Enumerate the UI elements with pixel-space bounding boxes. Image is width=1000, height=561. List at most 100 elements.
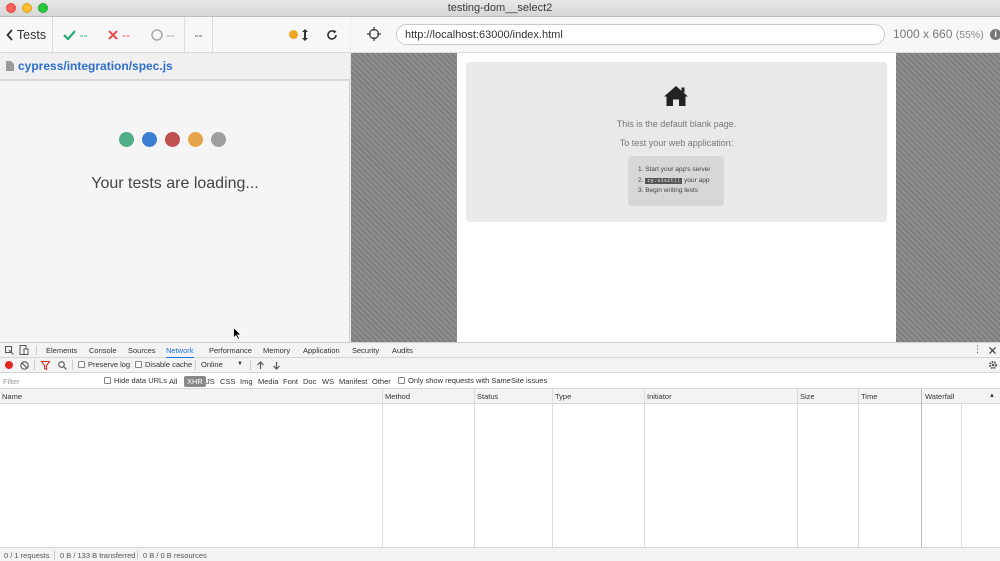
resources-size: 0 B / 0 B resources <box>143 551 207 560</box>
column-waterfall[interactable]: Waterfall <box>925 392 954 401</box>
pending-count: -- <box>166 27 175 42</box>
duration-value: -- <box>194 27 203 42</box>
loader-dot <box>142 132 157 147</box>
type-filter-ws[interactable]: WS <box>322 377 334 386</box>
network-toolbar: Preserve log Disable cache Online ▼ <box>0 358 1000 373</box>
tab-audits[interactable]: Audits <box>392 346 413 355</box>
type-filter-all[interactable]: All <box>169 377 177 386</box>
filter-input[interactable]: Filter <box>3 377 20 386</box>
selector-playground-icon[interactable] <box>367 27 381 41</box>
pending-stat: -- <box>141 16 185 53</box>
throttling-select[interactable]: Online ▼ <box>201 360 243 369</box>
chevron-left-icon <box>6 28 13 41</box>
network-settings-gear-icon[interactable] <box>988 360 998 370</box>
info-icon[interactable]: i <box>990 29 1000 41</box>
viewport-scale: (55%) <box>955 29 984 41</box>
device-toolbar-icon[interactable] <box>19 345 29 355</box>
tab-memory[interactable]: Memory <box>263 346 290 355</box>
x-icon <box>108 29 118 40</box>
type-filter-font[interactable]: Font <box>283 377 298 386</box>
type-filter-manifest[interactable]: Manifest <box>339 377 367 386</box>
type-filter-doc[interactable]: Doc <box>303 377 316 386</box>
disable-cache-checkbox[interactable]: Disable cache <box>135 360 192 369</box>
type-filter-js[interactable]: JS <box>206 377 215 386</box>
preserve-log-checkbox[interactable]: Preserve log <box>78 360 130 369</box>
blank-page-message: This is the default blank page. <box>616 119 737 129</box>
failed-stat: -- <box>97 17 141 53</box>
window-title: testing-dom__select2 <box>447 2 553 14</box>
check-icon <box>62 29 76 40</box>
tab-security[interactable]: Security <box>352 346 379 355</box>
network-request-list[interactable] <box>0 404 1000 547</box>
duration-stat: -- <box>185 16 213 53</box>
tab-console[interactable]: Console <box>89 346 117 355</box>
devtools-tab-bar: Elements Console Sources Network Perform… <box>0 342 1000 359</box>
type-filter-xhr[interactable]: XHR <box>184 376 206 387</box>
export-har-icon[interactable] <box>273 361 280 370</box>
column-method[interactable]: Method <box>385 392 410 401</box>
clear-icon[interactable] <box>20 361 29 370</box>
search-icon[interactable] <box>58 361 67 370</box>
mouse-cursor-icon <box>233 327 242 340</box>
tab-elements[interactable]: Elements <box>46 346 77 355</box>
request-count: 0 / 1 requests <box>4 551 50 560</box>
window-titlebar: testing-dom__select2 <box>0 0 1000 17</box>
filter-icon[interactable] <box>41 361 50 370</box>
running-indicator-icon <box>289 30 298 39</box>
close-devtools-icon[interactable] <box>989 347 996 354</box>
code-snippet: cy.visit() <box>645 177 683 184</box>
aut-iframe: This is the default blank page. To test … <box>457 53 896 342</box>
loader-dot <box>188 132 203 147</box>
reporter-header: Tests -- -- -- -- <box>0 16 350 53</box>
reporter-controls <box>213 17 350 53</box>
up-down-arrow-icon <box>302 28 308 41</box>
loading-message: Your tests are loading... <box>91 175 259 192</box>
network-filter-bar: Filter Hide data URLs All XHR JS CSS Img… <box>0 373 1000 389</box>
more-options-icon[interactable]: ⋮ <box>973 344 982 355</box>
column-size[interactable]: Size <box>800 392 815 401</box>
spec-path-link[interactable]: cypress/integration/spec.js <box>18 59 173 73</box>
network-summary-bar: 0 / 1 requests 0 B / 133 B transferred 0… <box>0 547 1000 561</box>
type-filter-other[interactable]: Other <box>372 377 391 386</box>
tab-application[interactable]: Application <box>303 346 340 355</box>
loading-dots <box>119 132 226 147</box>
reporter-body: Your tests are loading... <box>0 81 350 342</box>
loader-dot <box>165 132 180 147</box>
tab-performance[interactable]: Performance <box>209 346 252 355</box>
viewport-info[interactable]: 1000 x 660 (55%) i <box>893 27 1000 41</box>
import-har-icon[interactable] <box>257 361 264 370</box>
step-item: 2. cy.visit() your app <box>638 176 710 184</box>
loader-dot <box>119 132 134 147</box>
column-initiator[interactable]: Initiator <box>647 392 672 401</box>
column-name[interactable]: Name <box>2 392 22 401</box>
column-status[interactable]: Status <box>477 392 498 401</box>
type-filter-img[interactable]: Img <box>240 377 253 386</box>
viewport-size: 1000 x 660 <box>893 27 953 41</box>
inspect-element-icon[interactable] <box>5 346 14 355</box>
samesite-checkbox[interactable]: Only show requests with SameSite issues <box>398 376 547 385</box>
tests-button[interactable]: Tests <box>0 16 53 53</box>
type-filter-css[interactable]: CSS <box>220 377 235 386</box>
transferred-size: 0 B / 133 B transferred <box>60 551 136 560</box>
file-icon <box>6 61 14 71</box>
aut-viewport-background: This is the default blank page. To test … <box>351 53 1000 342</box>
home-icon <box>664 86 688 106</box>
record-icon[interactable] <box>5 361 13 369</box>
column-time[interactable]: Time <box>861 392 877 401</box>
aut-header: http://localhost:63000/index.html 1000 x… <box>351 17 1000 53</box>
url-bar[interactable]: http://localhost:63000/index.html <box>396 24 885 45</box>
rerun-icon[interactable] <box>326 29 338 41</box>
auto-scroll-toggle[interactable] <box>289 28 308 41</box>
column-type[interactable]: Type <box>555 392 571 401</box>
sort-up-icon[interactable]: ▲ <box>989 393 995 399</box>
loader-dot <box>211 132 226 147</box>
step-item: 3. Begin writing tests <box>638 187 698 194</box>
network-table-header: Name Method Status Type Initiator Size T… <box>0 389 1000 404</box>
blank-page-steps: 1. Start your app's server 2. cy.visit()… <box>628 156 724 206</box>
step-item: 1. Start your app's server <box>638 166 711 173</box>
passed-stat: -- <box>53 17 97 53</box>
tab-sources[interactable]: Sources <box>128 346 156 355</box>
type-filter-media[interactable]: Media <box>258 377 278 386</box>
pending-circle-icon <box>150 28 163 41</box>
hide-data-urls-checkbox[interactable]: Hide data URLs <box>104 376 167 385</box>
